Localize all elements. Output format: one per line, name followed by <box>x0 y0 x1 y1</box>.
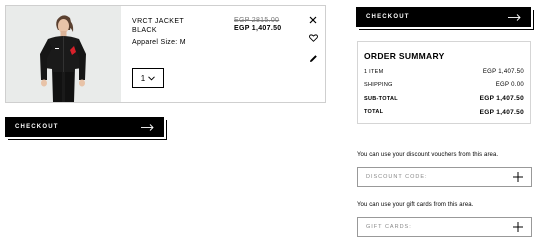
plus-icon <box>513 172 523 182</box>
plus-icon <box>513 222 523 232</box>
summary-shipping-label: SHIPPING <box>364 82 393 89</box>
heart-icon <box>308 34 318 42</box>
edit-item-button[interactable] <box>307 52 319 64</box>
arrow-right-icon <box>508 13 521 21</box>
arrow-right-icon <box>141 123 154 131</box>
price-sale: EGP 1,407.50 <box>234 25 282 32</box>
summary-row-subtotal: SUB-TOTAL EGP 1,407.50 <box>364 92 524 106</box>
summary-shipping-value: EGP 0.00 <box>495 82 524 89</box>
item-name[interactable]: VRCT JACKET BLACK <box>132 17 212 35</box>
remove-item-button[interactable] <box>307 14 319 26</box>
product-image[interactable] <box>6 6 121 102</box>
item-size: Apparel Size: M <box>132 39 186 46</box>
summary-items-value: EGP 1,407.50 <box>482 68 524 75</box>
cart-item: VRCT JACKET BLACK Apparel Size: M EGP 28… <box>5 5 326 103</box>
summary-total-value: EGP 1,407.50 <box>479 108 524 116</box>
item-name-line2[interactable]: BLACK <box>132 26 212 35</box>
chevron-down-icon <box>148 75 156 81</box>
item-name-line1[interactable]: VRCT JACKET <box>132 17 212 26</box>
gift-card-field[interactable]: GIFT CARDS: <box>357 217 532 237</box>
giftcard-info-text: You can use your gift cards from this ar… <box>357 202 474 208</box>
order-summary-title: ORDER SUMMARY <box>364 51 445 61</box>
wishlist-button[interactable] <box>307 32 319 44</box>
price-original: EGP 2815.00 <box>234 17 280 24</box>
summary-items-label: 1 ITEM <box>364 68 384 75</box>
pencil-icon <box>309 54 317 62</box>
summary-row-total: TOTAL EGP 1,407.50 <box>364 106 524 120</box>
close-icon <box>309 16 317 24</box>
summary-subtotal-value: EGP 1,407.50 <box>479 95 524 103</box>
summary-subtotal-label: SUB-TOTAL <box>364 95 398 102</box>
discount-code-field[interactable]: DISCOUNT CODE: <box>357 167 532 187</box>
order-summary: ORDER SUMMARY 1 ITEM EGP 1,407.50 SHIPPI… <box>357 41 531 124</box>
checkout-button-top[interactable]: CHECKOUT <box>356 7 531 27</box>
summary-total-label: TOTAL <box>364 109 384 116</box>
checkout-label: CHECKOUT <box>15 124 59 130</box>
discount-code-label: DISCOUNT CODE: <box>366 174 428 180</box>
quantity-select[interactable]: 1 <box>132 68 164 88</box>
checkout-button-bottom[interactable]: CHECKOUT <box>5 117 164 137</box>
quantity-value: 1 <box>140 73 146 83</box>
gift-card-label: GIFT CARDS: <box>366 224 412 230</box>
summary-row-shipping: SHIPPING EGP 0.00 <box>364 79 524 93</box>
checkout-label: CHECKOUT <box>366 14 410 20</box>
summary-row-items: 1 ITEM EGP 1,407.50 <box>364 65 524 79</box>
discount-info-text: You can use your discount vouchers from … <box>357 152 499 158</box>
